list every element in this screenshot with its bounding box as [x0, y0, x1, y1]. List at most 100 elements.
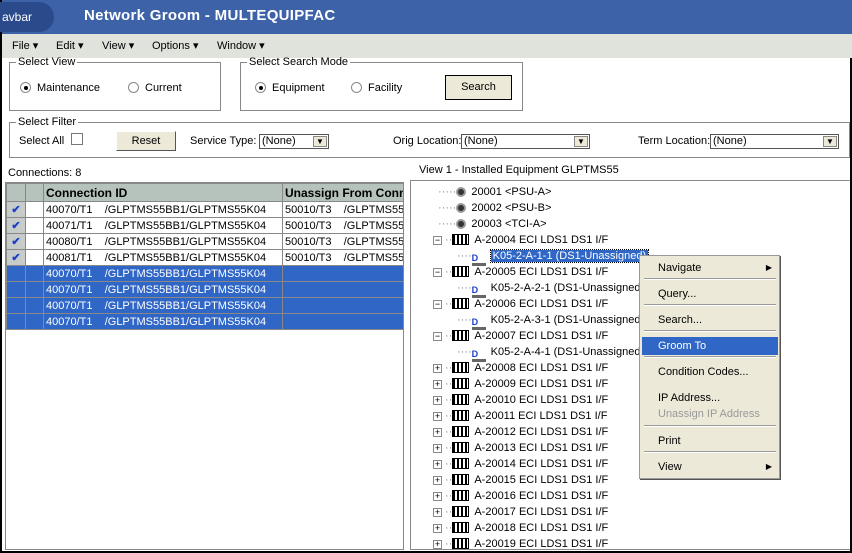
tree-node[interactable]: ····D K05-2-A-1-1 (DS1-Unassigned)	[457, 248, 650, 266]
expand-icon[interactable]: +	[433, 524, 442, 533]
checkmark-icon[interactable]: ✔	[6, 249, 26, 266]
context-menu-item-condition-codes[interactable]: Condition Codes...	[642, 363, 778, 381]
tree-node-label: A-20019 ECI LDS1 DS1 I/F	[474, 538, 609, 550]
menu-options[interactable]: Options	[152, 39, 199, 52]
context-menu-item-navigate[interactable]: Navigate ▶	[642, 259, 778, 277]
collapse-icon[interactable]: −	[433, 268, 442, 277]
tree-node[interactable]: + ·· A-20015 ECI LDS1 DS1 I/F	[433, 472, 608, 488]
col-connection-id[interactable]: Connection ID	[43, 183, 283, 202]
context-menu-item-groom-to[interactable]: Groom To	[642, 337, 778, 355]
row-header[interactable]	[6, 313, 26, 330]
collapse-icon[interactable]: −	[433, 236, 442, 245]
search-button[interactable]: Search	[445, 75, 512, 100]
term-location-select[interactable]: (None) ▼	[710, 134, 839, 149]
expand-icon[interactable]: +	[433, 380, 442, 389]
reset-button[interactable]: Reset	[116, 131, 176, 151]
menu-view[interactable]: View	[102, 39, 134, 52]
table-row[interactable]: 40070/T1 /GLPTMS55BB1/GLPTMS55K04	[6, 313, 403, 330]
expand-icon[interactable]: +	[433, 492, 442, 501]
radio-equipment[interactable]: Equipment	[255, 82, 325, 94]
tree-node-label: A-20007 ECI LDS1 DS1 I/F	[474, 330, 609, 342]
tree-node[interactable]: + ·· A-20014 ECI LDS1 DS1 I/F	[433, 456, 608, 472]
tree-node-label: A-20006 ECI LDS1 DS1 I/F	[474, 298, 609, 310]
radio-maintenance[interactable]: Maintenance	[20, 82, 100, 94]
context-menu-item-print[interactable]: Print	[642, 432, 778, 450]
tree-node[interactable]: + ·· A-20016 ECI LDS1 DS1 I/F	[433, 488, 608, 504]
tree-node[interactable]: ····· 20003 <TCI-A>	[438, 216, 547, 232]
col-unassign-from[interactable]: Unassign From Conne	[282, 183, 403, 202]
table-row[interactable]: ✔ 40081/T1 /GLPTMS55BB1/GLPTMS55K04 50010/…	[6, 249, 403, 266]
collapse-icon[interactable]: −	[433, 332, 442, 341]
row-header[interactable]	[6, 265, 26, 282]
tree-node[interactable]: − ·· A-20007 ECI LDS1 DS1 I/F	[433, 328, 608, 344]
cell-unassign-from: 50010/T3 /GLPTMS55	[282, 249, 403, 266]
tree-node[interactable]: ····D K05-2-A-3-1 (DS1-Unassigned)	[457, 312, 644, 330]
tree-node[interactable]: + ·· A-20011 ECI LDS1 DS1 I/F	[433, 408, 607, 424]
tree-node[interactable]: + ·· A-20017 ECI LDS1 DS1 I/F	[433, 504, 608, 520]
term-location-value: (None)	[713, 135, 747, 147]
tree-node-label: A-20008 ECI LDS1 DS1 I/F	[474, 362, 609, 374]
cell-unassign-from: 50010/T3 /GLPTMS55	[282, 233, 403, 250]
table-row[interactable]: 40070/T1 /GLPTMS55BB1/GLPTMS55K04	[6, 297, 403, 314]
tree-node[interactable]: + ·· A-20012 ECI LDS1 DS1 I/F	[433, 424, 608, 440]
tree-node[interactable]: + ·· A-20010 ECI LDS1 DS1 I/F	[433, 392, 608, 408]
tree-node[interactable]: + ·· A-20008 ECI LDS1 DS1 I/F	[433, 360, 608, 376]
tree-node[interactable]: + ·· A-20009 ECI LDS1 DS1 I/F	[433, 376, 608, 392]
tree-node[interactable]: ····D K05-2-A-4-1 (DS1-Unassigned)	[457, 344, 644, 362]
expand-icon[interactable]: +	[433, 476, 442, 485]
expand-icon[interactable]: +	[433, 540, 442, 549]
menu-edit[interactable]: Edit	[56, 39, 84, 52]
context-menu-item-view[interactable]: View ▶	[642, 458, 778, 476]
table-row[interactable]: ✔ 40071/T1 /GLPTMS55BB1/GLPTMS55K04 50010/…	[6, 217, 403, 234]
checkmark-icon[interactable]: ✔	[6, 201, 26, 218]
radio-label: Current	[145, 82, 182, 94]
table-row[interactable]: 40070/T1 /GLPTMS55BB1/GLPTMS55K04	[6, 281, 403, 298]
tree-node[interactable]: − ·· A-20004 ECI LDS1 DS1 I/F	[433, 232, 608, 248]
expand-icon[interactable]: +	[433, 508, 442, 517]
checkmark-icon[interactable]: ✔	[6, 233, 26, 250]
expand-icon[interactable]: +	[433, 460, 442, 469]
expand-icon[interactable]: +	[433, 412, 442, 421]
select-all-checkbox[interactable]	[71, 133, 83, 145]
tree-node[interactable]: + ·· A-20013 ECI LDS1 DS1 I/F	[433, 440, 608, 456]
row-cell-blank	[25, 313, 44, 330]
menu-separator	[644, 356, 776, 358]
orig-location-select[interactable]: (None) ▼	[461, 134, 590, 149]
table-row[interactable]: ✔ 40080/T1 /GLPTMS55BB1/GLPTMS55K04 50010/…	[6, 233, 403, 250]
tree-node[interactable]: − ·· A-20005 ECI LDS1 DS1 I/F	[433, 264, 608, 280]
tree-node[interactable]: ····D K05-2-A-2-1 (DS1-Unassigned)	[457, 280, 644, 298]
menu-file[interactable]: File	[12, 39, 38, 52]
context-menu-item-search[interactable]: Search...	[642, 311, 778, 329]
connections-grid[interactable]: Connection ID Unassign From Conne ✔ 40070/…	[5, 182, 404, 550]
row-header[interactable]	[6, 281, 26, 298]
tree-node[interactable]: ····· 20002 <PSU-B>	[438, 200, 551, 216]
navbar-tab[interactable]: avbar	[0, 2, 54, 32]
tree-node[interactable]: + ·· A-20019 ECI LDS1 DS1 I/F	[433, 536, 609, 550]
menu-window[interactable]: Window	[217, 39, 265, 52]
collapse-icon[interactable]: −	[433, 300, 442, 309]
expand-icon[interactable]: +	[433, 364, 442, 373]
radio-current[interactable]: Current	[128, 82, 182, 94]
table-row[interactable]: 40070/T1 /GLPTMS55BB1/GLPTMS55K04	[6, 265, 403, 282]
row-header[interactable]	[6, 297, 26, 314]
expand-icon[interactable]: +	[433, 444, 442, 453]
context-menu-item-query[interactable]: Query...	[642, 285, 778, 303]
tree-node[interactable]: + ·· A-20018 ECI LDS1 DS1 I/F	[433, 520, 608, 536]
service-type-select[interactable]: (None) ▼	[259, 134, 329, 149]
card-icon	[452, 330, 470, 341]
tree-node-label: A-20004 ECI LDS1 DS1 I/F	[474, 234, 609, 246]
checkmark-icon[interactable]: ✔	[6, 217, 26, 234]
expand-icon[interactable]: +	[433, 396, 442, 405]
expand-icon[interactable]: +	[433, 428, 442, 437]
equipment-tree[interactable]: ····· 20001 <PSU-A> ····· 20002 <PSU-B> ····…	[410, 180, 850, 550]
menu-separator	[644, 451, 776, 453]
card-icon	[452, 394, 470, 405]
radio-facility[interactable]: Facility	[351, 82, 402, 94]
card-icon	[452, 538, 470, 549]
tree-node-label: A-20010 ECI LDS1 DS1 I/F	[474, 394, 609, 406]
tree-node[interactable]: ····· 20001 <PSU-A>	[438, 184, 551, 200]
table-row[interactable]: ✔ 40070/T1 /GLPTMS55BB1/GLPTMS55K04 50010/…	[6, 201, 403, 218]
select-all-label: Select All	[19, 135, 65, 147]
tree-node[interactable]: − ·· A-20006 ECI LDS1 DS1 I/F	[433, 296, 608, 312]
menu-item-label: Print	[658, 435, 681, 447]
